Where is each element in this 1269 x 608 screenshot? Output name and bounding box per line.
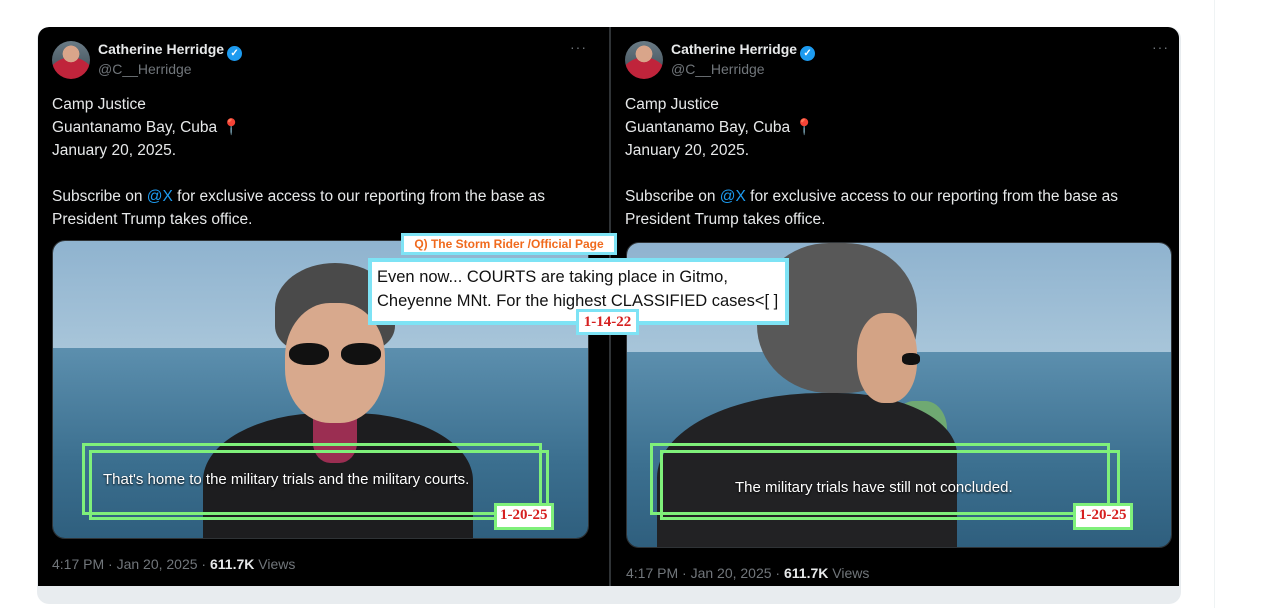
verified-badge-icon: ✓ xyxy=(227,46,243,61)
tweet-line: Guantanamo Bay, Cuba 📍 xyxy=(52,119,241,136)
location-pin-icon: 📍 xyxy=(221,119,241,136)
annotation-date-tag: 1-20-25 xyxy=(494,503,554,530)
more-options-icon[interactable]: ··· xyxy=(570,39,587,55)
verified-badge-icon: ✓ xyxy=(800,46,816,61)
q-source-label: Q) The Storm Rider /Official Page xyxy=(401,233,617,255)
views-count: 611.7K xyxy=(209,556,255,572)
caption-highlight-box xyxy=(89,450,549,520)
tweet-text: Camp Justice Guantanamo Bay, Cuba 📍 Janu… xyxy=(625,93,1165,231)
views-count: 611.7K xyxy=(783,565,829,581)
avatar[interactable] xyxy=(52,41,90,79)
caption-highlight-box xyxy=(660,450,1120,520)
author-handle[interactable]: @C__Herridge xyxy=(671,61,765,77)
tweet-line: January 20, 2025. xyxy=(52,142,177,159)
location-pin-icon: 📍 xyxy=(794,119,814,136)
mention-link[interactable]: @X xyxy=(720,188,746,205)
mention-link[interactable]: @X xyxy=(147,188,173,205)
q-date-tag: 1-14-22 xyxy=(576,309,639,335)
tweet-text: Camp Justice Guantanamo Bay, Cuba 📍 Janu… xyxy=(52,93,592,231)
tweet-timestamp[interactable]: 4:17 PM · Jan 20, 2025 · 611.7K Views xyxy=(626,565,869,581)
tweet-subscribe-line: Subscribe on @X for exclusive access to … xyxy=(52,188,546,228)
tweet-line: Guantanamo Bay, Cuba 📍 xyxy=(625,119,814,136)
tweet-line: Camp Justice xyxy=(625,96,719,113)
more-options-icon[interactable]: ··· xyxy=(1152,39,1169,55)
tweet-subscribe-line: Subscribe on @X for exclusive access to … xyxy=(625,188,1119,228)
tweet-line: Camp Justice xyxy=(52,96,146,113)
avatar[interactable] xyxy=(625,41,663,79)
author-name[interactable]: Catherine Herridge ✓ xyxy=(671,41,816,61)
annotation-date-tag: 1-20-25 xyxy=(1073,503,1133,530)
tweet-line: January 20, 2025. xyxy=(625,142,750,159)
author-handle[interactable]: @C__Herridge xyxy=(98,61,192,77)
page-divider xyxy=(1214,0,1215,608)
author-name[interactable]: Catherine Herridge ✓ xyxy=(98,41,243,61)
tweet-timestamp[interactable]: 4:17 PM · Jan 20, 2025 · 611.7K Views xyxy=(52,556,295,572)
